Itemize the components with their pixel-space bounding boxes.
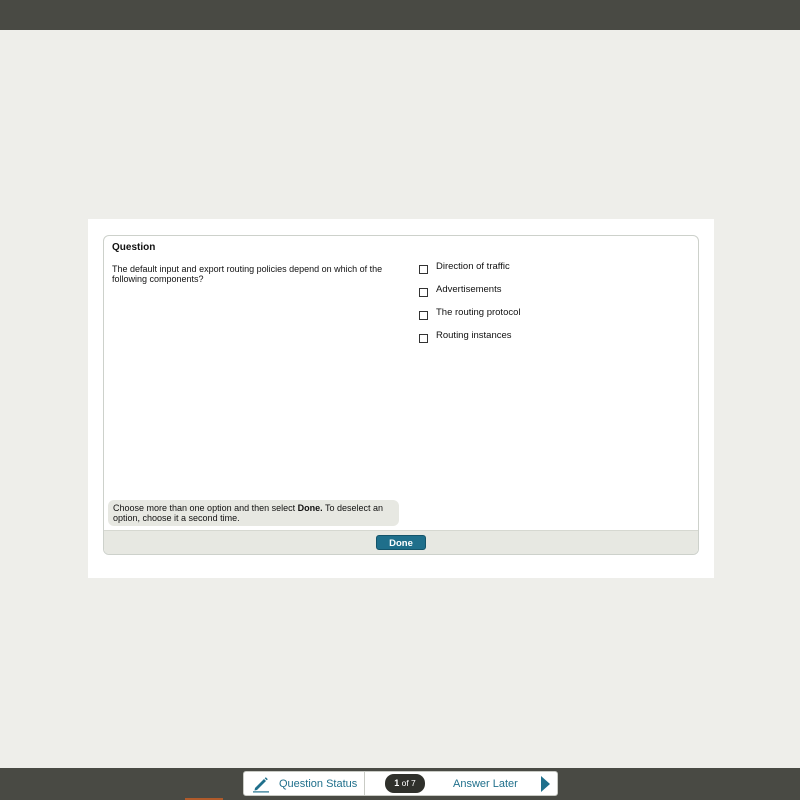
question-footer: Done — [104, 530, 698, 554]
answer-later-label: Answer Later — [453, 777, 518, 790]
option-label: Direction of traffic — [436, 261, 510, 272]
done-button[interactable]: Done — [376, 535, 426, 550]
question-status-label: Question Status — [279, 777, 358, 790]
nav-divider — [364, 772, 365, 795]
play-arrow-icon[interactable] — [541, 776, 550, 792]
question-panel: Question The default input and export ro… — [88, 219, 714, 578]
instruction-text: Choose more than one option and then sel… — [108, 500, 399, 526]
checkbox[interactable] — [419, 311, 428, 320]
pencil-icon — [253, 776, 269, 792]
option-label: Routing instances — [436, 330, 512, 341]
question-text: The default input and export routing pol… — [112, 264, 383, 284]
instruction-pre: Choose more than one option and then sel… — [113, 503, 298, 513]
question-card: Question The default input and export ro… — [103, 235, 699, 555]
checkbox[interactable] — [419, 265, 428, 274]
instruction-bold: Done. — [297, 503, 323, 513]
option-routing-protocol[interactable]: The routing protocol — [419, 306, 689, 329]
current-question: 1 — [394, 778, 400, 788]
option-label: The routing protocol — [436, 307, 521, 318]
question-title: Question — [112, 242, 156, 253]
answer-later-button[interactable]: Answer Later — [447, 772, 557, 795]
top-bar — [0, 0, 800, 30]
option-advertisements[interactable]: Advertisements — [419, 283, 689, 306]
question-status-button[interactable]: Question Status — [244, 772, 364, 795]
question-counter: 1 of 7 — [385, 774, 425, 793]
checkbox[interactable] — [419, 334, 428, 343]
question-total: of 7 — [401, 778, 416, 788]
options-list: Direction of traffic Advertisements The … — [419, 260, 689, 352]
checkbox[interactable] — [419, 288, 428, 297]
option-routing-instances[interactable]: Routing instances — [419, 329, 689, 352]
navigation-box: Question Status 1 of 7 Answer Later — [243, 771, 558, 796]
option-label: Advertisements — [436, 284, 502, 295]
option-direction-of-traffic[interactable]: Direction of traffic — [419, 260, 689, 283]
